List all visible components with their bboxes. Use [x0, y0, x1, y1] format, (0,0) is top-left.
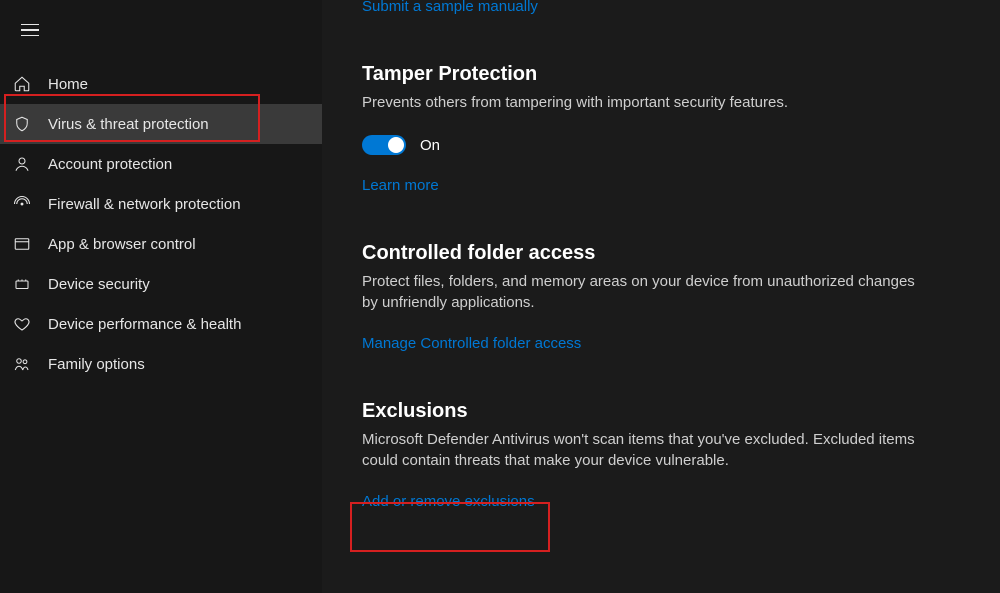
- tamper-title: Tamper Protection: [362, 63, 922, 86]
- sidebar-item-home[interactable]: Home: [0, 64, 322, 104]
- home-icon: [12, 74, 32, 94]
- sidebar-item-label: Virus & threat protection: [48, 116, 209, 133]
- cfa-manage-link[interactable]: Manage Controlled folder access: [362, 335, 581, 352]
- sidebar-item-label: Device security: [48, 276, 150, 293]
- main-content: Submit a sample manually Tamper Protecti…: [322, 0, 1000, 593]
- sidebar-item-label: App & browser control: [48, 236, 196, 253]
- sidebar-item-account[interactable]: Account protection: [0, 144, 322, 184]
- tamper-toggle[interactable]: [362, 135, 406, 155]
- sidebar-item-performance[interactable]: Device performance & health: [0, 304, 322, 344]
- tamper-learn-more-link[interactable]: Learn more: [362, 177, 439, 194]
- menu-icon[interactable]: [8, 8, 52, 52]
- sidebar: Home Virus & threat protection Account p…: [0, 0, 322, 593]
- sidebar-item-label: Family options: [48, 356, 145, 373]
- sidebar-item-label: Home: [48, 76, 88, 93]
- heart-icon: [12, 314, 32, 334]
- cfa-desc: Protect files, folders, and memory areas…: [362, 271, 922, 313]
- sidebar-item-firewall[interactable]: Firewall & network protection: [0, 184, 322, 224]
- family-icon: [12, 354, 32, 374]
- chip-icon: [12, 274, 32, 294]
- window-icon: [12, 234, 32, 254]
- nav-list: Home Virus & threat protection Account p…: [0, 64, 322, 384]
- person-icon: [12, 154, 32, 174]
- shield-icon: [12, 114, 32, 134]
- sidebar-item-label: Device performance & health: [48, 316, 241, 333]
- exclusions-desc: Microsoft Defender Antivirus won't scan …: [362, 429, 922, 471]
- sidebar-item-app-browser[interactable]: App & browser control: [0, 224, 322, 264]
- sidebar-item-family[interactable]: Family options: [0, 344, 322, 384]
- section-exclusions: Exclusions Microsoft Defender Antivirus …: [362, 400, 922, 510]
- tamper-toggle-state: On: [420, 137, 440, 154]
- toggle-knob-icon: [388, 137, 404, 153]
- exclusions-title: Exclusions: [362, 400, 922, 423]
- sidebar-item-label: Account protection: [48, 156, 172, 173]
- exclusions-action-link[interactable]: Add or remove exclusions: [362, 493, 535, 510]
- section-tamper-protection: Tamper Protection Prevents others from t…: [362, 63, 922, 194]
- cfa-title: Controlled folder access: [362, 242, 922, 265]
- sidebar-item-label: Firewall & network protection: [48, 196, 241, 213]
- network-icon: [12, 194, 32, 214]
- sidebar-item-virus-threat[interactable]: Virus & threat protection: [0, 104, 322, 144]
- tamper-desc: Prevents others from tampering with impo…: [362, 92, 922, 113]
- submit-sample-link[interactable]: Submit a sample manually: [362, 0, 1000, 15]
- section-controlled-folder-access: Controlled folder access Protect files, …: [362, 242, 922, 352]
- sidebar-item-device-security[interactable]: Device security: [0, 264, 322, 304]
